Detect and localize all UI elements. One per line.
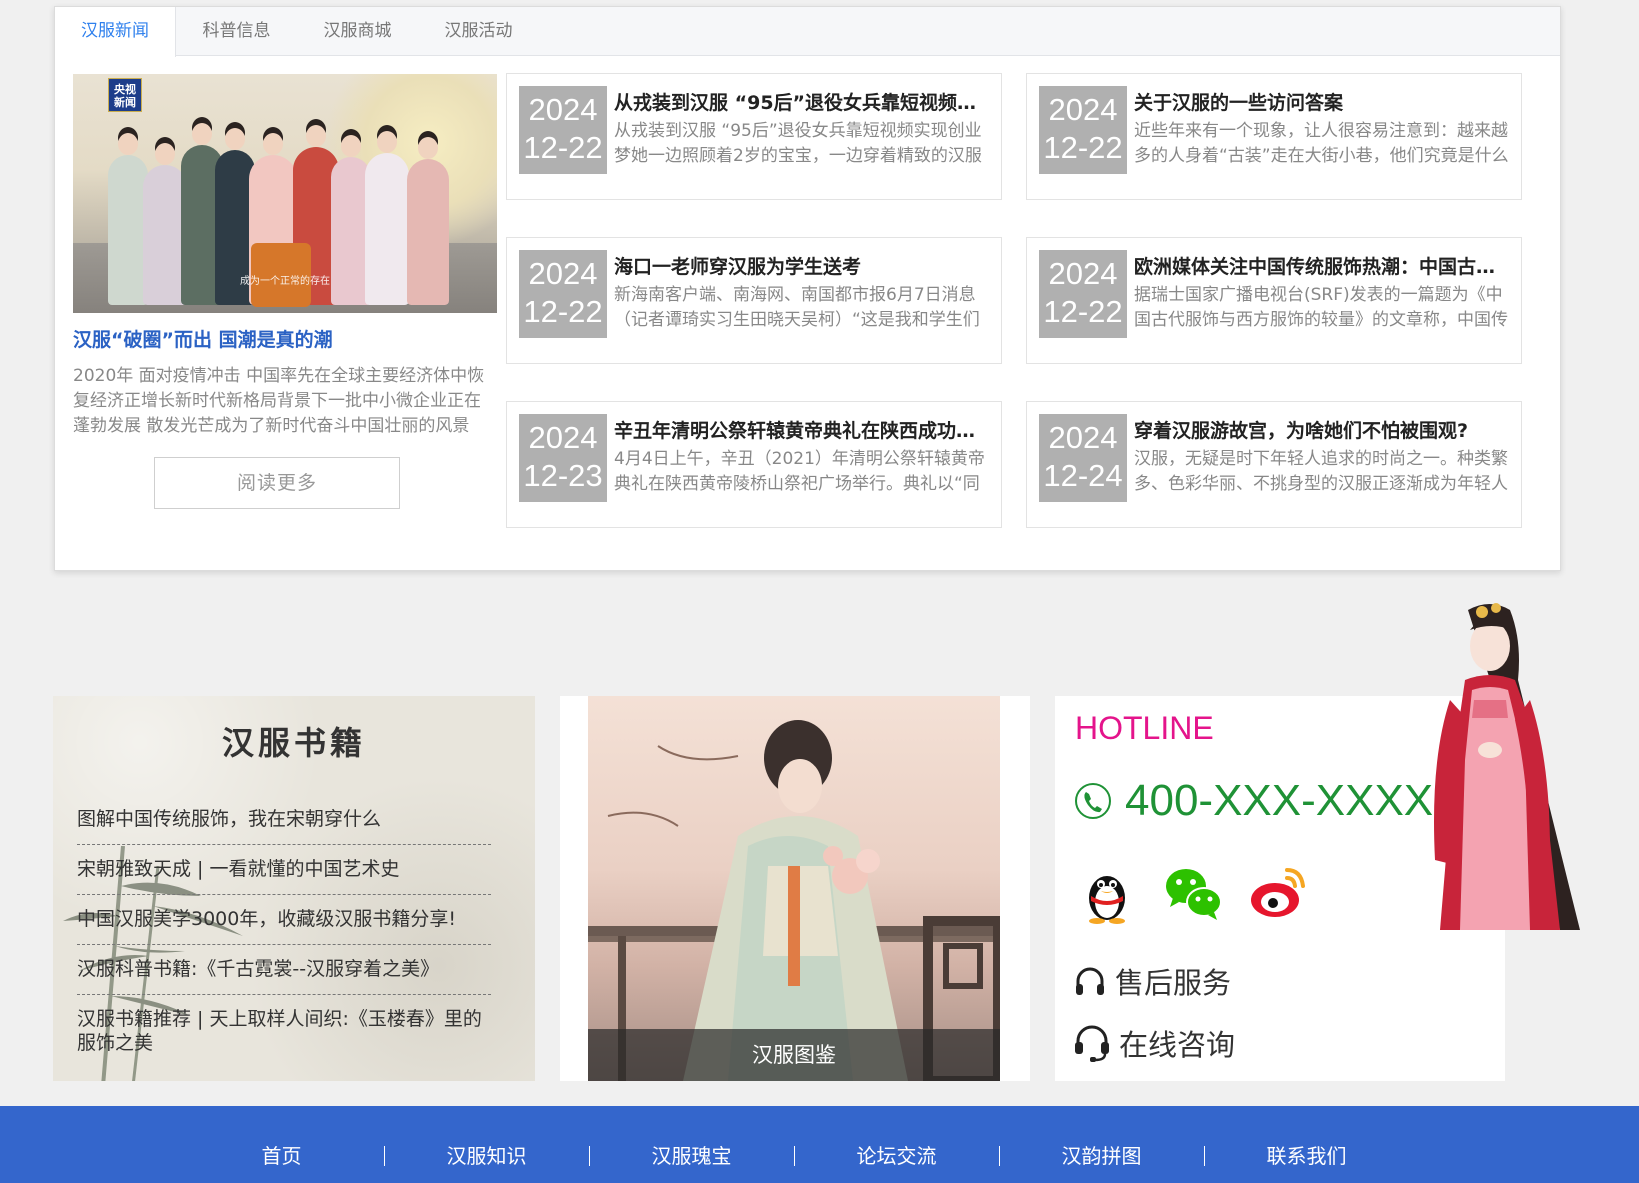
hanfu-gallery-panel: 汉服图鉴 — [560, 696, 1030, 1081]
after-sales-link[interactable]: 售后服务 — [1073, 960, 1231, 1002]
featured-summary: 2020年 面对疫情冲击 中国率先在全球主要经济体中恢复经济正增长新时代新格局背… — [73, 366, 485, 436]
news-title[interactable]: 穿着汉服游故宫，为啥她们不怕被围观? — [1134, 416, 1511, 443]
date-badge: 2024 12-23 — [519, 414, 607, 502]
featured-title[interactable]: 汉服“破圈”而出 国潮是真的潮 — [73, 325, 497, 352]
featured-article: 央视 新闻 成为一个正常的存在 汉服“破圈”而出 国潮是真的潮 2020年 面对… — [73, 74, 497, 509]
book-list: 图解中国传统服饰，我在宋朝穿什么 宋朝雅致天成 | 一看就懂的中国艺术史 中国汉… — [77, 795, 491, 1068]
nav-contact-us[interactable]: 联系我们 — [1204, 1143, 1409, 1169]
date-badge: 2024 12-22 — [1039, 250, 1127, 338]
nav-forum[interactable]: 论坛交流 — [794, 1143, 999, 1169]
book-item[interactable]: 宋朝雅致天成 | 一看就懂的中国艺术史 — [77, 845, 491, 895]
tab-science-info[interactable]: 科普信息 — [176, 7, 297, 56]
footer-links: 首页 汉服知识 汉服瑰宝 论坛交流 汉韵拼图 联系我们 — [179, 1143, 1409, 1169]
online-consult-link[interactable]: 在线咨询 — [1073, 1022, 1235, 1064]
hanfu-lady-decoration — [1434, 603, 1580, 930]
news-card[interactable]: 2024 12-23 辛丑年清明公祭轩辕黄帝典礼在陕西成功举行 4月4日上午，辛丑… — [506, 401, 1002, 528]
cctv-news-logo: 央视 新闻 — [108, 78, 142, 112]
news-title[interactable]: 海口一老师穿汉服为学生送考 — [614, 252, 991, 279]
book-item[interactable]: 汉服书籍推荐 | 天上取样人间织:《玉楼春》里的服饰之美 — [53, 995, 491, 1068]
weibo-icon[interactable] — [1247, 860, 1311, 924]
social-links — [1075, 860, 1333, 924]
news-title[interactable]: 从戎装到汉服 “95后”退役女兵靠短视频实现创业梦 — [614, 88, 991, 115]
hanfu-illustration — [588, 720, 1000, 1081]
news-card[interactable]: 2024 12-22 海口一老师穿汉服为学生送考 新海南客户端、南海网、南国都市报… — [506, 237, 1002, 364]
hotline-label: HOTLINE — [1075, 710, 1214, 746]
news-tabs: 汉服新闻 科普信息 汉服商城 汉服活动 — [55, 7, 1560, 57]
news-summary: 汉服，无疑是时下年轻人追求的时尚之一。种类繁多、色彩华丽、不挑身型的汉服正逐渐成… — [1134, 449, 1508, 494]
tab-hanfu-news[interactable]: 汉服新闻 — [55, 7, 176, 57]
date-badge: 2024 12-24 — [1039, 414, 1127, 502]
headphones-icon — [1076, 967, 1104, 995]
nav-hanfu-treasures[interactable]: 汉服瑰宝 — [589, 1143, 794, 1169]
qq-icon[interactable] — [1075, 860, 1139, 924]
headset-icon — [1075, 1025, 1109, 1062]
read-more-button[interactable]: 阅读更多 — [154, 457, 400, 509]
gallery-image[interactable]: 汉服图鉴 — [588, 696, 1000, 1081]
news-summary: 新海南客户端、南海网、南国都市报6月7日消息（记者谭琦实习生田晓天吴柯）“这是我… — [614, 285, 980, 330]
news-panel: 汉服新闻 科普信息 汉服商城 汉服活动 央视 新闻 成为一个正常的存在 汉服“破… — [54, 6, 1561, 571]
phone-icon — [1075, 783, 1111, 819]
news-title[interactable]: 欧洲媒体关注中国传统服饰热潮：中国古代服饰与西方服饰的较量 — [1134, 252, 1511, 279]
book-item[interactable]: 图解中国传统服饰，我在宋朝穿什么 — [77, 795, 491, 845]
book-item[interactable]: 汉服科普书籍:《千古霓裳--汉服穿着之美》 — [77, 945, 491, 995]
gallery-caption: 汉服图鉴 — [588, 1029, 1000, 1081]
news-summary: 4月4日上午，辛丑（2021）年清明公祭轩辕黄帝典礼在陕西黄帝陵桥山祭祀广场举行… — [614, 449, 985, 494]
date-badge: 2024 12-22 — [1039, 86, 1127, 174]
image-caption: 成为一个正常的存在 — [240, 276, 330, 287]
featured-image[interactable]: 央视 新闻 成为一个正常的存在 — [73, 74, 497, 313]
book-item[interactable]: 中国汉服美学3000年，收藏级汉服书籍分享! — [77, 895, 491, 945]
date-badge: 2024 12-22 — [519, 250, 607, 338]
date-badge: 2024 12-22 — [519, 86, 607, 174]
phone-row: 400-XXX-XXXX — [1073, 776, 1433, 826]
news-card[interactable]: 2024 12-24 穿着汉服游故宫，为啥她们不怕被围观? 汉服，无疑是时下年轻人… — [1026, 401, 1522, 528]
nav-home[interactable]: 首页 — [179, 1143, 384, 1169]
news-summary: 据瑞士国家广播电视台(SRF)发表的一篇题为《中国古代服饰与西方服饰的较量》的文… — [1134, 285, 1508, 330]
books-title: 汉服书籍 — [221, 724, 366, 762]
nav-puzzle[interactable]: 汉韵拼图 — [999, 1143, 1204, 1169]
news-card[interactable]: 2024 12-22 关于汉服的一些访问答案 近些年来有一个现象，让人很容易注意到… — [1026, 73, 1522, 200]
news-card[interactable]: 202412-22 从戎装到汉服 “95后”退役女兵靠短视频实现创业梦 从戎装到… — [506, 73, 1002, 200]
tab-hanfu-events[interactable]: 汉服活动 — [418, 7, 539, 56]
news-card[interactable]: 202412-22 欧洲媒体关注中国传统服饰热潮：中国古代服饰与西方服饰的较量 … — [1026, 237, 1522, 364]
news-title[interactable]: 辛丑年清明公祭轩辕黄帝典礼在陕西成功举行 — [614, 416, 991, 443]
after-sales-label: 售后服务 — [1115, 966, 1232, 1000]
wechat-icon[interactable] — [1161, 860, 1225, 924]
news-summary: 近些年来有一个现象，让人很容易注意到：越来越多的人身着“古装”走在大街小巷，他们… — [1134, 121, 1509, 166]
phone-number[interactable]: 400-XXX-XXXX — [1125, 776, 1433, 826]
news-title[interactable]: 关于汉服的一些访问答案 — [1134, 88, 1511, 115]
online-consult-label: 在线咨询 — [1119, 1028, 1236, 1062]
hanfu-books-panel: 汉服书籍 图解中国传统服饰，我在宋朝穿什么 宋朝雅致天成 | 一看就懂的中国艺术… — [53, 696, 535, 1081]
tab-hanfu-mall[interactable]: 汉服商城 — [297, 7, 418, 56]
nav-hanfu-knowledge[interactable]: 汉服知识 — [384, 1143, 589, 1169]
news-summary: 从戎装到汉服 “95后”退役女兵靠短视频实现创业梦她一边照顾着2岁的宝宝，一边穿… — [614, 121, 982, 166]
footer-nav: 首页 汉服知识 汉服瑰宝 论坛交流 汉韵拼图 联系我们 — [0, 1106, 1639, 1183]
